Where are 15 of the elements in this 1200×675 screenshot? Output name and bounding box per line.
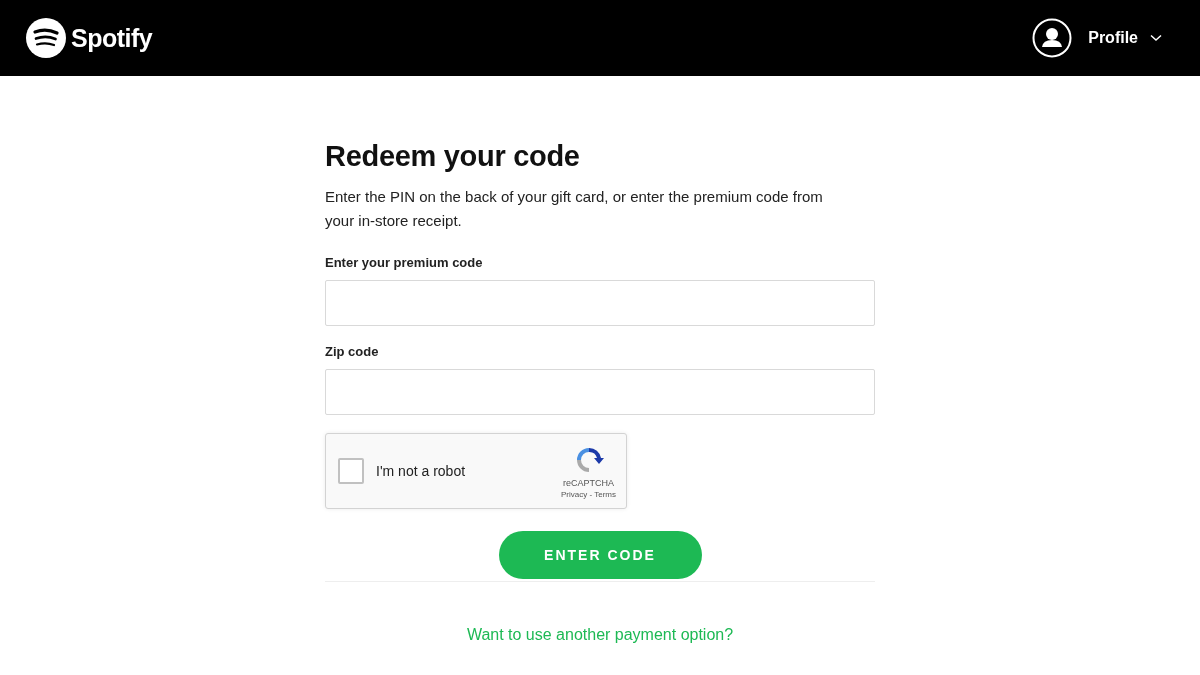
input-field[interactable] [325,280,875,326]
caret-icon [1150,34,1162,42]
avatar-icon[interactable] [1032,18,1073,58]
privacy-terms-link[interactable]: Privacy - Terms [561,489,616,499]
field-label: Enter your premium code [325,255,484,270]
input-field[interactable] [325,369,875,415]
brand-name[interactable]: Spotify [71,23,153,53]
field-label: Zip code [325,344,380,359]
recaptcha-brand: reCAPTCHA [563,477,614,488]
description: Enter the PIN on the back of your gift card, or enter the premium code from your in-store receipt. [325,187,824,231]
page-title: Redeem your code [325,140,581,173]
captcha-label: I'm not a robot [376,463,467,479]
captcha-checkbox[interactable] [338,458,364,484]
logo-icon [26,18,66,58]
profile-menu-button[interactable]: Profile [1088,29,1162,47]
